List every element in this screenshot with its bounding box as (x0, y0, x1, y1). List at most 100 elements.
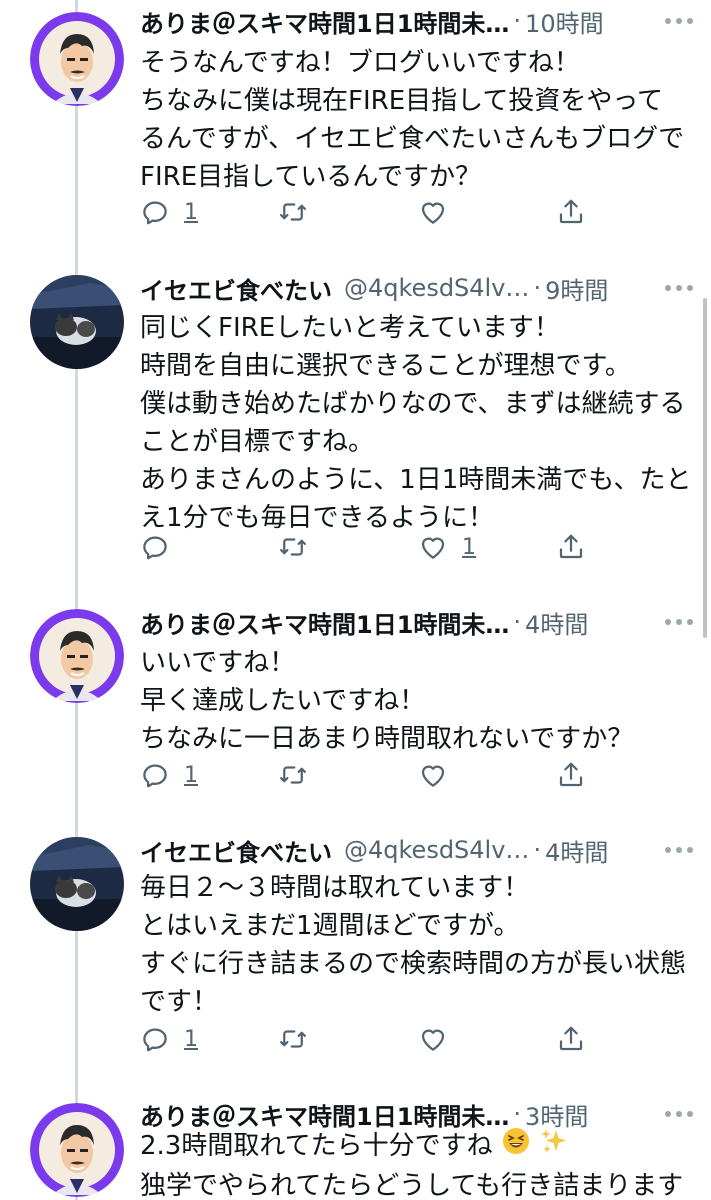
user-handle[interactable]: @4qkesdS4lv… (344, 836, 529, 864)
like-icon (421, 202, 445, 224)
tweet-header: ありま＠スキマ時間1日1時間未… · 4時間 (140, 605, 693, 639)
tweet-text-line: ありまさんのように、1日1時間未満でも、たと (140, 465, 692, 495)
share-icon (559, 762, 583, 787)
tweet-text-line: 2.3時間取れてたら十分ですね (140, 1126, 691, 1167)
timestamp[interactable]: 9時間 (545, 271, 608, 306)
tweet-text-line: とはいえまだ1週間ほどですが。 (140, 911, 520, 941)
display-name[interactable]: ありま＠スキマ時間1日1時間未… (140, 4, 509, 39)
grinning-squinting-face-emoji (501, 1126, 531, 1167)
retweet-icon (280, 538, 306, 556)
display-name[interactable]: イセエビ食べたい (140, 833, 332, 868)
like-button[interactable] (418, 1019, 462, 1059)
tweet-text-segment: 2.3時間取れてたら十分ですね (140, 1131, 493, 1161)
tweet-actions: 1 (140, 755, 590, 795)
like-count: 1 (462, 534, 476, 560)
share-icon (559, 534, 583, 559)
retweet-button[interactable] (278, 192, 308, 232)
tweet-text: 毎日２〜３時間は取れています！ とはいえまだ1週間ほどですが。 すぐに行き詰まる… (140, 869, 691, 1021)
separator-dot: · (513, 1100, 522, 1128)
tweet-text-line: 同じくFIREしたいと考えています！ (140, 313, 560, 343)
separator-dot: · (533, 836, 542, 864)
avatar-arima[interactable] (30, 609, 124, 703)
tweet-actions: 1 (140, 527, 590, 567)
tweet-text-line: です！ (140, 987, 219, 1017)
avatar-iseebi[interactable] (30, 837, 124, 931)
timestamp[interactable]: 4時間 (545, 833, 608, 868)
more-icon[interactable] (655, 619, 693, 625)
reply-count: 1 (184, 762, 198, 788)
like-button[interactable]: 1 (418, 527, 476, 567)
tweet-text-line: 早く達成したいですね！ (140, 686, 426, 716)
tweet-text-line: ことが目標ですね。 (140, 427, 375, 457)
like-button[interactable] (418, 755, 462, 795)
reply-button[interactable]: 1 (140, 755, 198, 795)
tweet-header: イセエビ食べたい @4qkesdS4lv… · 9時間 (140, 271, 693, 305)
like-icon (421, 765, 445, 787)
tweet-text: いいですね！ 早く達成したいですね！ ちなみに一日あまり時間取れないですか？ (140, 644, 691, 758)
reply-button[interactable]: 1 (140, 192, 198, 232)
tweet-text-line: 時間を自由に選択できることが理想です。 (140, 351, 631, 381)
more-icon[interactable] (655, 847, 693, 853)
retweet-icon (280, 203, 306, 221)
like-icon (421, 1029, 445, 1051)
tweet-text-line: 独学でやられてたらどうしても行き詰まります (140, 1171, 684, 1200)
more-icon[interactable] (655, 285, 693, 291)
tweet-text-line: ちなみに僕は現在FIRE目指して投資をやって (140, 86, 664, 116)
avatar-iseebi[interactable] (30, 275, 124, 369)
tweet-text-line: FIRE目指しているんですか？ (140, 162, 482, 192)
tweet[interactable]: イセエビ食べたい @4qkesdS4lv… · 9時間 同じくFIREしたいと考… (0, 265, 711, 605)
share-icon (559, 199, 583, 224)
tweet-text: そうなんですね！ブログいいですね！ ちなみに僕は現在FIRE目指して投資をやって… (140, 44, 691, 196)
tweet-actions: 1 (140, 1019, 590, 1059)
tweet-text-line: るんですが、イセエビ食べたいさんもブログで (140, 124, 685, 154)
display-name[interactable]: イセエビ食べたい (140, 271, 332, 306)
retweet-icon (280, 1030, 306, 1048)
avatar-arima[interactable] (30, 1103, 124, 1197)
timestamp[interactable]: 10時間 (525, 4, 604, 39)
tweet-actions: 1 (140, 192, 590, 232)
tweet[interactable]: イセエビ食べたい @4qkesdS4lv… · 4時間 毎日２〜３時間は取れてい… (0, 835, 711, 1095)
avatar-arima[interactable] (30, 12, 124, 106)
timestamp[interactable]: 4時間 (525, 605, 588, 640)
share-button[interactable] (556, 527, 586, 567)
tweet-text-line: 毎日２〜３時間は取れています！ (140, 873, 530, 903)
tweet-text-line: いいですね！ (140, 648, 296, 678)
reply-icon (143, 764, 167, 788)
reply-count: 1 (184, 199, 198, 225)
share-icon (559, 1026, 583, 1051)
reply-button[interactable] (140, 527, 184, 567)
more-icon[interactable] (655, 18, 693, 24)
more-icon[interactable] (655, 1111, 693, 1117)
separator-dot: · (533, 274, 542, 302)
retweet-icon (280, 766, 306, 784)
tweet-text-line: 僕は動き始めたばかりなので、まずは継続する (140, 389, 686, 419)
retweet-button[interactable] (278, 1019, 308, 1059)
tweet-text-line: ちなみに一日あまり時間取れないですか？ (140, 724, 634, 754)
reply-icon (143, 201, 167, 225)
sparkles-emoji (539, 1126, 569, 1167)
scrollbar[interactable] (703, 298, 707, 638)
reply-button[interactable]: 1 (140, 1019, 198, 1059)
separator-dot: · (513, 7, 522, 35)
tweet-text-line: そうなんですね！ブログいいですね！ (140, 48, 580, 78)
display-name[interactable]: ありま＠スキマ時間1日1時間未… (140, 605, 509, 640)
reply-icon (143, 1028, 167, 1052)
tweet[interactable]: ありま＠スキマ時間1日1時間未… · 3時間 2.3時間取れてたら十分ですね 独… (0, 1095, 711, 1200)
like-icon (421, 537, 445, 559)
tweet[interactable]: ありま＠スキマ時間1日1時間未… · 10時間 そうなんですね！ブログいいですね… (0, 0, 711, 265)
reply-icon (143, 536, 167, 560)
share-button[interactable] (556, 755, 586, 795)
retweet-button[interactable] (278, 527, 308, 567)
reply-count: 1 (184, 1026, 198, 1052)
tweet-header: イセエビ食べたい @4qkesdS4lv… · 4時間 (140, 833, 693, 867)
retweet-button[interactable] (278, 755, 308, 795)
tweet-text-line: すぐに行き詰まるので検索時間の方が長い状態 (140, 949, 687, 979)
share-button[interactable] (556, 192, 586, 232)
separator-dot: · (513, 608, 522, 636)
share-button[interactable] (556, 1019, 586, 1059)
tweet-header: ありま＠スキマ時間1日1時間未… · 10時間 (140, 4, 693, 38)
user-handle[interactable]: @4qkesdS4lv… (344, 274, 529, 302)
like-button[interactable] (418, 192, 462, 232)
tweet-text: 同じくFIREしたいと考えています！ 時間を自由に選択できることが理想です。 僕… (140, 309, 692, 537)
tweet[interactable]: ありま＠スキマ時間1日1時間未… · 4時間 いいですね！ 早く達成したいですね… (0, 605, 711, 835)
